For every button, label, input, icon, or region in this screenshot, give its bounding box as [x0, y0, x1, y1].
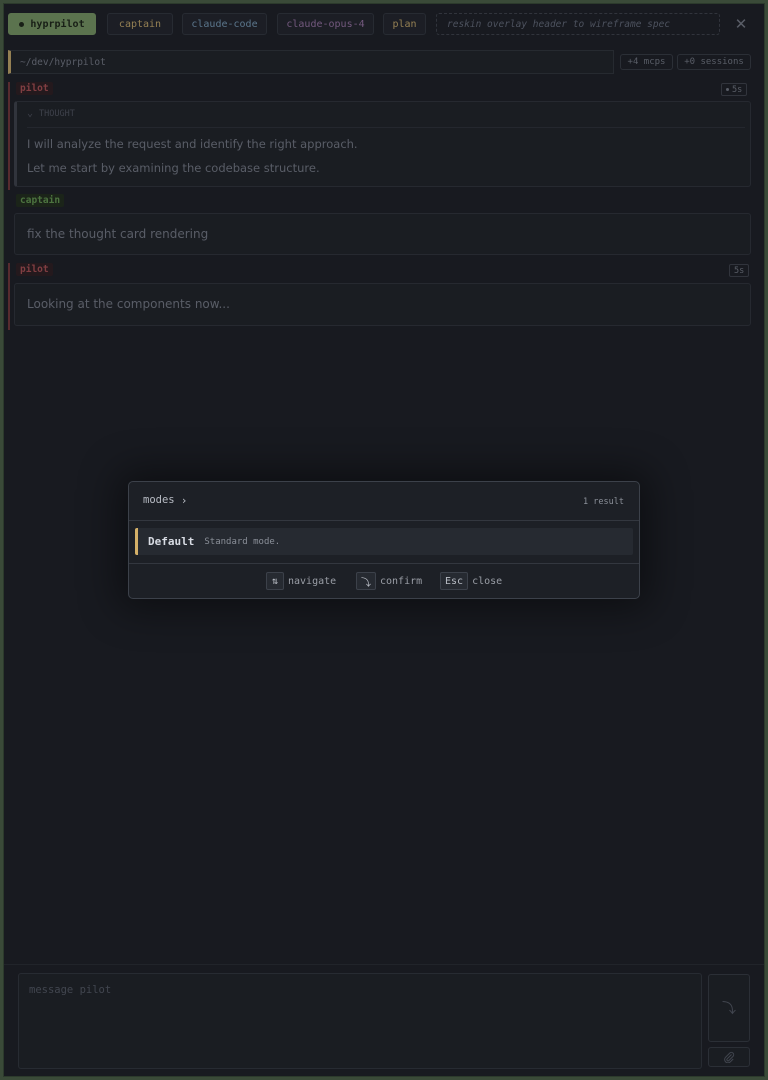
palette-footer: ⇅ navigate ⤵ confirm Esc close: [129, 563, 639, 598]
palette-item-description: Standard mode.: [204, 536, 281, 547]
hint-label: close: [472, 575, 503, 587]
modes-palette: modes › 1 result Default Standard mode. …: [128, 481, 640, 599]
palette-item-default[interactable]: Default Standard mode.: [135, 528, 633, 555]
hint-navigate: ⇅ navigate: [266, 572, 336, 590]
hint-confirm: ⤵ confirm: [356, 572, 422, 590]
hint-label: confirm: [380, 575, 423, 587]
palette-title: modes: [143, 494, 175, 506]
overlay-window: hyprpilot captain claude-code claude-opu…: [3, 3, 765, 1077]
hint-label: navigate: [288, 575, 337, 587]
result-count: 1 result: [583, 497, 624, 507]
palette-item-name: Default: [148, 535, 195, 548]
hint-close: Esc close: [440, 572, 502, 590]
chevron-right-icon: ›: [182, 494, 187, 507]
esc-key: Esc: [440, 572, 469, 590]
updown-arrows-icon: ⇅: [266, 572, 284, 590]
palette-header: modes › 1 result: [129, 482, 639, 521]
enter-key-icon: ⤵: [356, 572, 376, 590]
